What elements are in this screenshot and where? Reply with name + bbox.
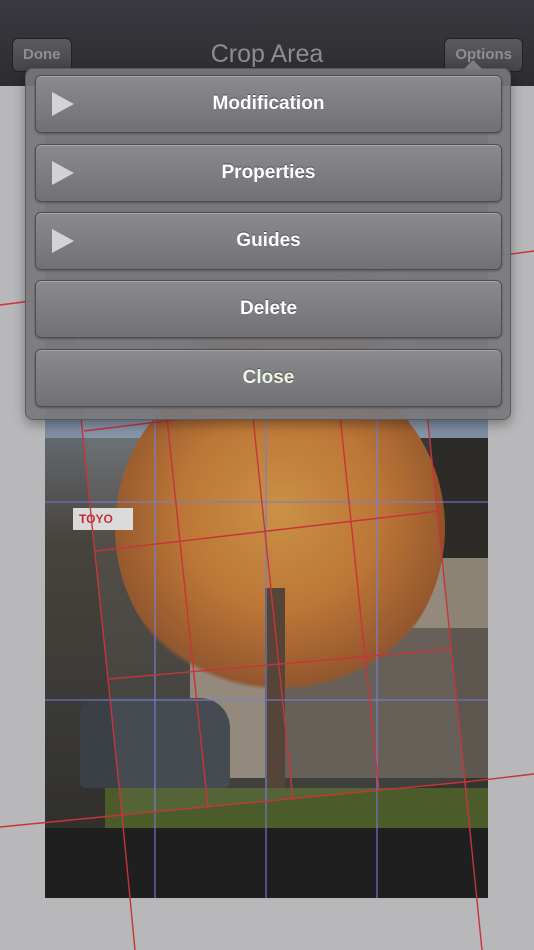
options-menu: Modification Properties Guides Delete Cl… xyxy=(25,60,511,420)
menu-item-label: Close xyxy=(242,367,295,388)
menu-item-guides[interactable]: Guides xyxy=(35,212,502,270)
menu-item-label: Modification xyxy=(212,93,325,114)
menu-item-label: Properties xyxy=(221,162,316,183)
options-button[interactable]: Options xyxy=(444,38,523,72)
menu-item-label: Delete xyxy=(239,298,298,319)
menu-item-modification[interactable]: Modification xyxy=(35,75,502,133)
popover-arrow xyxy=(464,60,482,69)
crop-edge-extension xyxy=(464,781,483,950)
menu-item-label: Guides xyxy=(236,230,301,251)
play-triangle-icon xyxy=(52,229,74,253)
menu-item-properties[interactable]: Properties xyxy=(35,144,502,202)
menu-item-close[interactable]: Close xyxy=(35,349,502,407)
crop-edge-extension xyxy=(121,814,136,950)
play-triangle-icon xyxy=(52,92,74,116)
play-triangle-icon xyxy=(52,161,74,185)
menu-item-delete[interactable]: Delete xyxy=(35,280,502,338)
crop-edge-extension xyxy=(0,814,123,828)
crop-edge-extension xyxy=(464,773,534,783)
